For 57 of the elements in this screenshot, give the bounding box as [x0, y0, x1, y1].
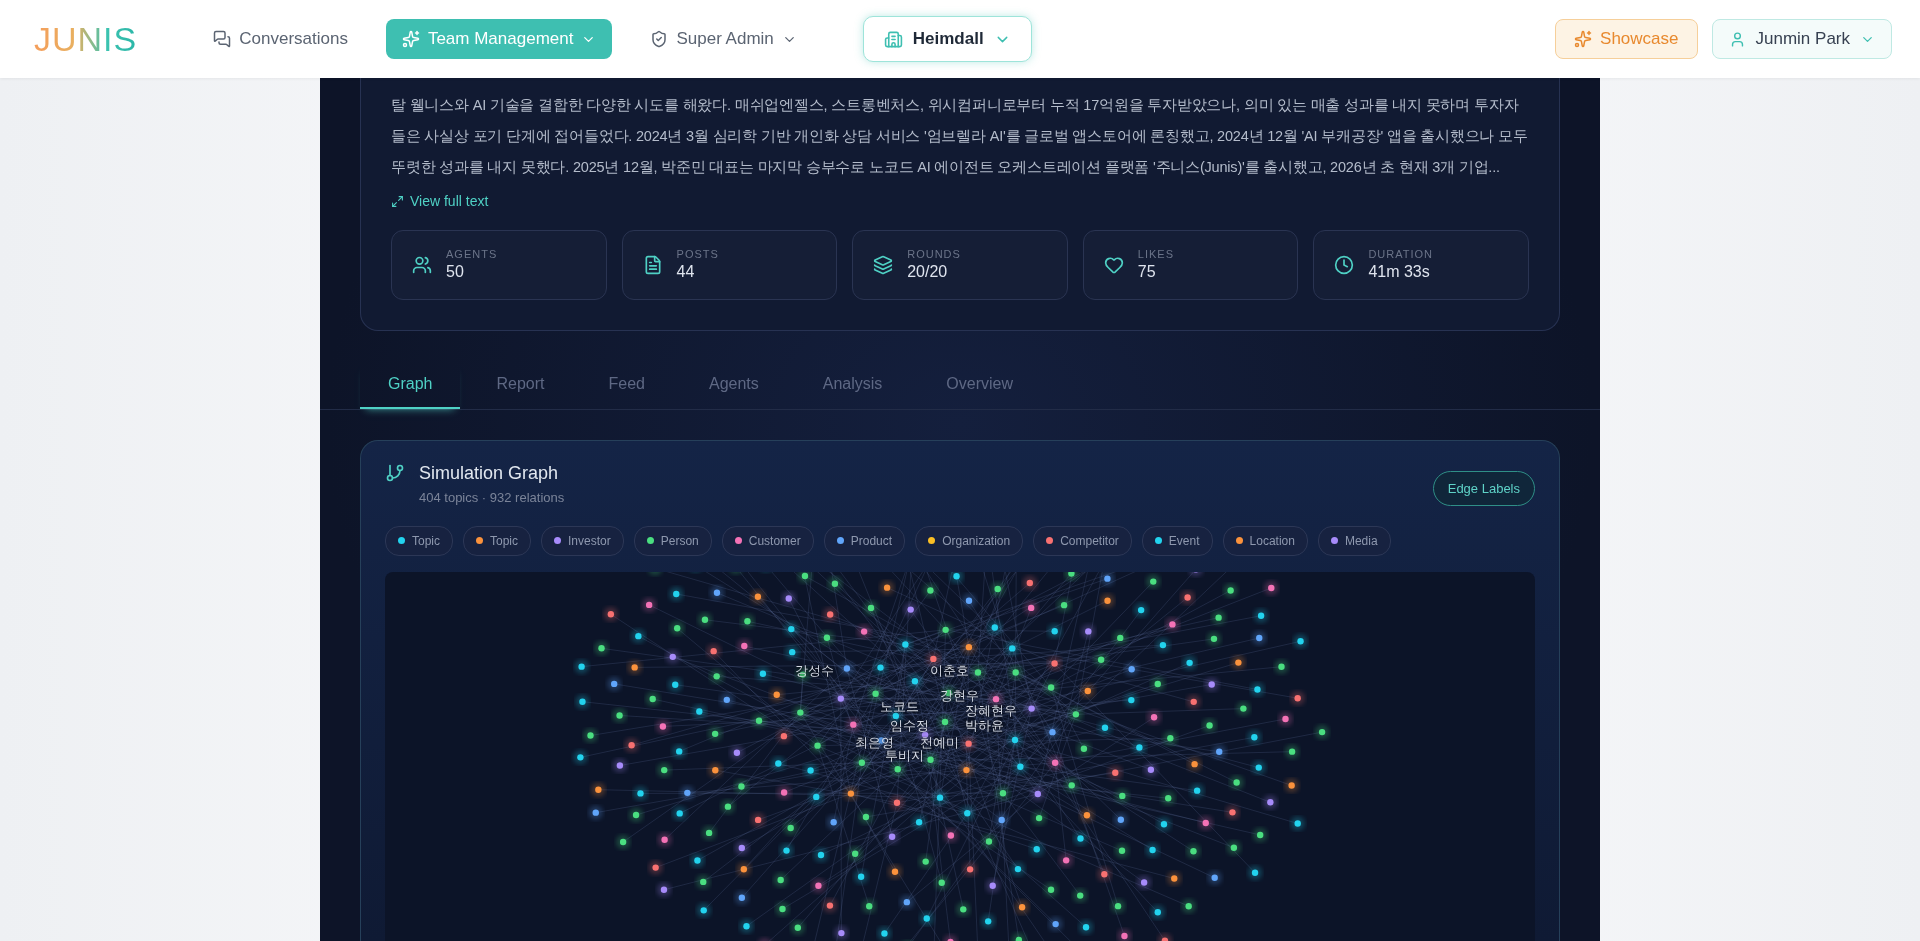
tab[interactable]: Feed: [580, 360, 673, 409]
legend-chip[interactable]: Customer: [721, 525, 814, 556]
stat-value: 75: [1137, 263, 1157, 281]
node-label: 강현우: [940, 686, 979, 705]
sparkle-icon: [401, 30, 420, 48]
stat-label: LIKES: [1137, 248, 1174, 260]
legend-chip[interactable]: Competitor: [1033, 525, 1132, 556]
view-full-text-link[interactable]: View full text: [391, 193, 489, 209]
node-label: 최은영: [855, 733, 894, 750]
legend-chip[interactable]: Event: [1141, 525, 1213, 556]
nav-item[interactable]: Super Admin: [634, 19, 813, 59]
nav-item[interactable]: Conversations: [197, 19, 364, 59]
building-icon: [883, 29, 903, 49]
graph-title: Simulation Graph: [419, 462, 559, 484]
summary-text: 탈 웰니스와 AI 기술을 결합한 다양한 시도를 해왔다. 매쉬업엔젤스, 스트롱벤처스, 위시컴퍼니로부터 누적 17억원을 투자받았으나, 의미 있는 매출 성과를 내지 못하며 투자자들은 사실상 포기 단계에 접어들었다. 2024년 3월 심리학 기반 개인화 상담 서비스 '엄브렐라 AI'를 글로벌 앱스토어에 론칭했고, 2024년 12월 'AI 부캐공장' 앱을 출시했으나 모두 뚜렷한 성과를 내지 못했다. 2025년 12월, 박준민 대표는 마지막 승부수로 노코드 AI 에이전트 오케스트레이션 플랫폼 '주니스(Junis)'를 출시했고, 2026년 초 현재 3개 기업...: [391, 96, 1529, 177]
node-label: 임수정: [890, 716, 929, 735]
edge-labels-button[interactable]: Edge Labels: [1432, 470, 1535, 506]
legend-chip[interactable]: Investor: [541, 525, 624, 556]
shield-icon: [650, 30, 669, 48]
legend-chip[interactable]: Location: [1222, 525, 1308, 556]
stat-value: 44: [676, 263, 696, 281]
stat-value: 20/20: [907, 263, 949, 281]
expand-icon: [391, 194, 404, 208]
sparkle-icon: [1574, 30, 1593, 48]
legend-chip[interactable]: Person: [633, 525, 712, 556]
legend-chip[interactable]: Product: [823, 525, 906, 556]
node-label: 이춘호: [930, 661, 969, 680]
node-label: 장혜현우: [965, 702, 1017, 720]
heart-icon: [1103, 254, 1124, 275]
node-label: 박하윤: [965, 717, 1004, 735]
layers-icon: [873, 254, 894, 275]
stat-label: DURATION: [1368, 248, 1434, 260]
workspace-selector[interactable]: Heimdall: [862, 16, 1032, 62]
stat-label: AGENTS: [446, 248, 498, 260]
legend-chip[interactable]: Topic: [385, 525, 453, 556]
stat-value: 41m 33s: [1368, 263, 1431, 281]
node-label: 천예미: [920, 733, 959, 750]
legend-chip[interactable]: Organization: [915, 525, 1024, 556]
clock-icon: [1334, 254, 1355, 275]
legend-chip[interactable]: Topic: [463, 525, 532, 556]
legend-chip[interactable]: Media: [1317, 525, 1391, 556]
node-label: 노코드: [880, 697, 919, 716]
users-icon: [412, 254, 432, 275]
stat-label: ROUNDS: [907, 248, 961, 260]
user-menu[interactable]: Junmin Park: [1711, 19, 1892, 59]
chat-icon: [213, 30, 232, 48]
graph-subtitle: 404 topics · 932 relations: [419, 489, 565, 505]
branch-icon: [385, 463, 405, 483]
node-label: 투비지: [885, 747, 924, 765]
tab[interactable]: Overview: [918, 360, 1042, 409]
stat-value: 50: [446, 263, 465, 281]
stat-label: POSTS: [676, 248, 719, 260]
tab[interactable]: Report: [468, 360, 573, 409]
tab[interactable]: Analysis: [794, 360, 911, 409]
tab[interactable]: Agents: [680, 360, 787, 409]
tab[interactable]: Graph: [360, 360, 461, 409]
node-label: 강성수: [795, 661, 834, 680]
